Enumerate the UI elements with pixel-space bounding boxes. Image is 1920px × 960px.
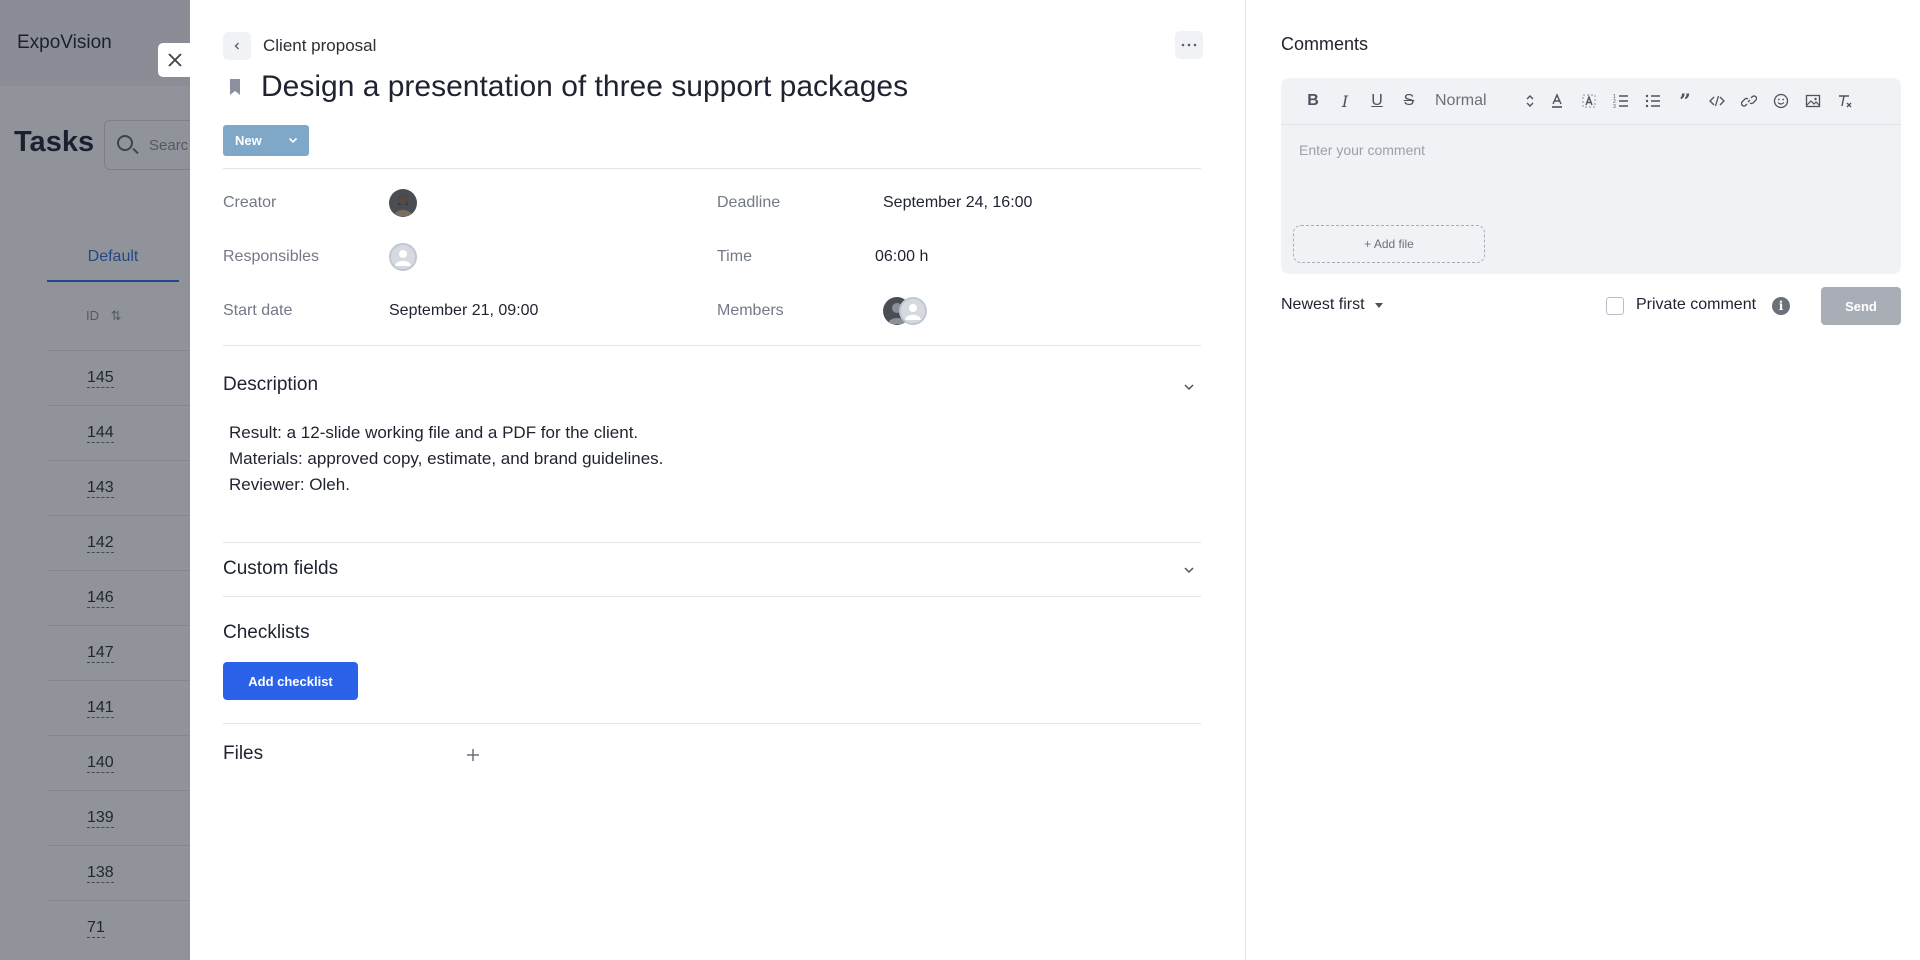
task-detail-panel: Client proposal Design a presentation of… (190, 0, 1245, 960)
ordered-list-button[interactable]: 123 (1605, 87, 1637, 115)
text-format-select[interactable]: Normal (1425, 87, 1541, 115)
description-line: Reviewer: Oleh. (229, 475, 350, 494)
highlight-icon (1582, 94, 1596, 108)
breadcrumb-project[interactable]: Client proposal (263, 36, 376, 56)
clear-format-button[interactable] (1829, 87, 1861, 115)
add-file-button[interactable] (463, 745, 483, 765)
editor-toolbar: B I U S Normal 123 ” (1281, 78, 1901, 125)
close-icon (168, 53, 182, 67)
bold-icon: B (1307, 92, 1319, 109)
more-icon (1181, 43, 1197, 47)
sort-dropdown[interactable]: Newest first (1281, 296, 1383, 314)
chevron-down-icon (288, 137, 298, 144)
link-icon (1741, 95, 1757, 107)
divider (223, 345, 1201, 346)
creator-avatar[interactable] (389, 189, 417, 217)
plus-icon (467, 749, 479, 761)
ordered-list-icon: 123 (1613, 94, 1628, 109)
breadcrumb: Client proposal (223, 32, 376, 60)
text-color-icon (1552, 93, 1562, 108)
quote-icon: ” (1679, 89, 1691, 113)
divider (223, 596, 1201, 597)
description-line: Materials: approved copy, estimate, and … (229, 449, 664, 468)
task-title[interactable]: Design a presentation of three support p… (261, 70, 908, 104)
creator-label: Creator (223, 194, 277, 211)
text-color-button[interactable] (1541, 87, 1573, 115)
chevron-down-icon[interactable] (1182, 380, 1196, 394)
quote-button[interactable]: ” (1669, 87, 1701, 115)
status-dropdown[interactable]: New (223, 125, 309, 156)
chevron-down-icon[interactable] (1182, 563, 1196, 577)
divider (223, 723, 1201, 724)
bookmark-icon[interactable] (229, 79, 241, 95)
divider (223, 168, 1201, 169)
more-options-button[interactable] (1175, 31, 1203, 59)
members-label: Members (717, 302, 784, 319)
start-date-value[interactable]: September 21, 09:00 (389, 302, 538, 320)
divider (223, 542, 1201, 543)
select-arrows-icon (1526, 95, 1534, 107)
text-format-value: Normal (1435, 92, 1487, 109)
description-line: Result: a 12-slide working file and a PD… (229, 423, 639, 442)
checklists-title: Checklists (223, 622, 310, 643)
chevron-left-icon (234, 42, 239, 50)
add-checklist-button[interactable]: Add checklist (223, 662, 358, 700)
close-panel-button[interactable] (158, 43, 192, 77)
time-label: Time (717, 248, 752, 265)
bullet-list-icon (1645, 94, 1660, 108)
back-button[interactable] (223, 32, 251, 60)
start-date-label: Start date (223, 302, 293, 319)
deadline-value[interactable]: September 24, 16:00 (883, 194, 1032, 212)
underline-icon: U (1371, 92, 1383, 109)
files-title: Files (223, 743, 264, 764)
send-button[interactable]: Send (1821, 287, 1901, 325)
svg-text:3: 3 (1613, 104, 1616, 109)
link-button[interactable] (1733, 87, 1765, 115)
code-button[interactable] (1701, 87, 1733, 115)
description-title[interactable]: Description (223, 374, 318, 396)
code-icon (1709, 95, 1725, 107)
italic-icon: I (1341, 91, 1349, 111)
emoji-button[interactable] (1765, 87, 1797, 115)
emoji-icon (1773, 93, 1789, 109)
title-row: Design a presentation of three support p… (229, 70, 908, 104)
responsibles-label: Responsibles (223, 248, 320, 265)
private-comment-label[interactable]: Private comment (1636, 296, 1756, 314)
private-comment-checkbox[interactable] (1606, 297, 1624, 315)
comment-editor[interactable]: B I U S Normal 123 ” Enter your comment … (1281, 78, 1901, 274)
deadline-label: Deadline (717, 194, 781, 211)
bullet-list-button[interactable] (1637, 87, 1669, 115)
description-text[interactable]: Result: a 12-slide working file and a PD… (229, 420, 663, 498)
status-label: New (235, 133, 262, 148)
time-value[interactable]: 06:00 h (875, 248, 928, 266)
comments-panel: Comments B I U S Normal 123 ” Enter your… (1245, 0, 1920, 960)
caret-down-icon (1374, 302, 1383, 308)
underline-button[interactable]: U (1361, 87, 1393, 115)
add-file-button[interactable]: + Add file (1293, 225, 1485, 263)
comments-title: Comments (1281, 34, 1369, 54)
sort-label: Newest first (1281, 296, 1365, 313)
italic-button[interactable]: I (1329, 87, 1361, 115)
member-avatar[interactable] (899, 297, 927, 325)
custom-fields-title[interactable]: Custom fields (223, 558, 338, 580)
highlight-button[interactable] (1573, 87, 1605, 115)
image-button[interactable] (1797, 87, 1829, 115)
info-icon[interactable]: i (1772, 297, 1790, 315)
strikethrough-button[interactable]: S (1393, 87, 1425, 115)
strikethrough-icon: S (1403, 92, 1415, 109)
image-icon (1805, 94, 1821, 108)
comment-input[interactable]: Enter your comment (1299, 142, 1425, 158)
bold-button[interactable]: B (1297, 87, 1329, 115)
clear-format-icon (1839, 95, 1852, 108)
responsible-avatar[interactable] (389, 243, 417, 271)
